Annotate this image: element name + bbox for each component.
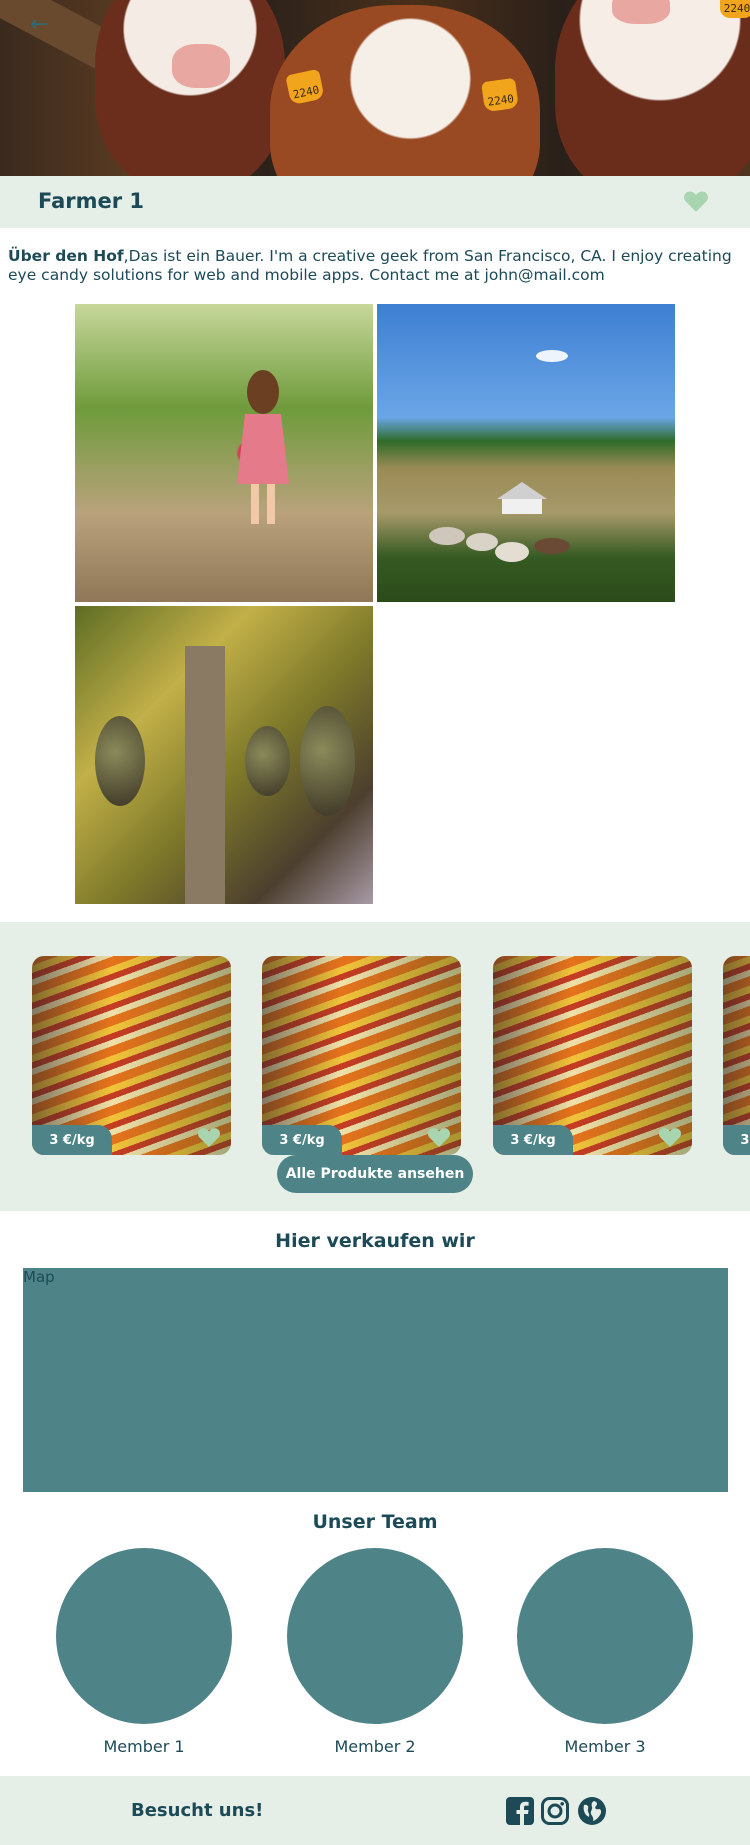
gallery-photo-grapes[interactable] (75, 606, 373, 904)
favorite-heart-icon[interactable] (427, 1126, 451, 1148)
avatar[interactable] (287, 1548, 463, 1724)
instagram-icon[interactable] (540, 1796, 570, 1826)
cow-left (95, 0, 285, 176)
map-placeholder-label: Map (23, 1268, 55, 1286)
price-badge: 3 €/kg (262, 1125, 342, 1155)
favorite-heart-icon[interactable] (197, 1126, 221, 1148)
gallery-photo-sheep-meadow[interactable] (377, 304, 675, 602)
map[interactable]: Map (23, 1268, 728, 1492)
website-icon[interactable] (577, 1796, 607, 1826)
back-arrow-icon[interactable]: ← (30, 12, 56, 38)
product-card[interactable]: 3 €/kg (723, 956, 750, 1155)
cow-right (555, 0, 750, 176)
product-card[interactable]: 3 €/kg (32, 956, 231, 1155)
product-card[interactable]: 3 €/kg (493, 956, 692, 1155)
price-badge: 3 €/kg (32, 1125, 112, 1155)
avatar[interactable] (56, 1548, 232, 1724)
about-text: Über den Hof,Das ist ein Bauer. I'm a cr… (8, 247, 744, 285)
ear-tag: 2240 (720, 0, 750, 18)
cow-nose (172, 44, 230, 88)
grape-cluster (95, 716, 145, 806)
footer: Besucht uns! (0, 1776, 750, 1845)
girl-figure (237, 370, 289, 524)
hero-image: 2240 2240 2240 ← (0, 0, 750, 176)
all-products-button[interactable]: Alle Produkte ansehen (277, 1155, 473, 1193)
cow-nose (612, 0, 670, 24)
visit-us-label: Besucht uns! (131, 1800, 264, 1821)
member-name: Member 3 (564, 1737, 646, 1756)
grape-cluster (300, 706, 355, 816)
price-badge: 3 €/kg (723, 1125, 750, 1155)
ear-tag: 2240 (481, 77, 519, 113)
avatar[interactable] (517, 1548, 693, 1724)
grape-cluster (245, 726, 290, 796)
price-badge: 3 €/kg (493, 1125, 573, 1155)
favorite-heart-icon[interactable] (683, 189, 709, 213)
farmer-title-bar: Farmer 1 (0, 176, 750, 228)
member-name: Member 1 (103, 1737, 185, 1756)
vine-trunk (185, 646, 225, 904)
gallery-photo-girl-vineyard[interactable] (75, 304, 373, 602)
favorite-heart-icon[interactable] (658, 1126, 682, 1148)
team-title: Unser Team (312, 1511, 438, 1533)
meadow-scene (429, 350, 570, 562)
locations-title: Hier verkaufen wir (275, 1230, 475, 1252)
page-title: Farmer 1 (38, 189, 145, 213)
member-name: Member 2 (334, 1737, 416, 1756)
facebook-icon[interactable] (505, 1796, 535, 1826)
product-card[interactable]: 3 €/kg (262, 956, 461, 1155)
about-label: Über den Hof (8, 247, 124, 265)
